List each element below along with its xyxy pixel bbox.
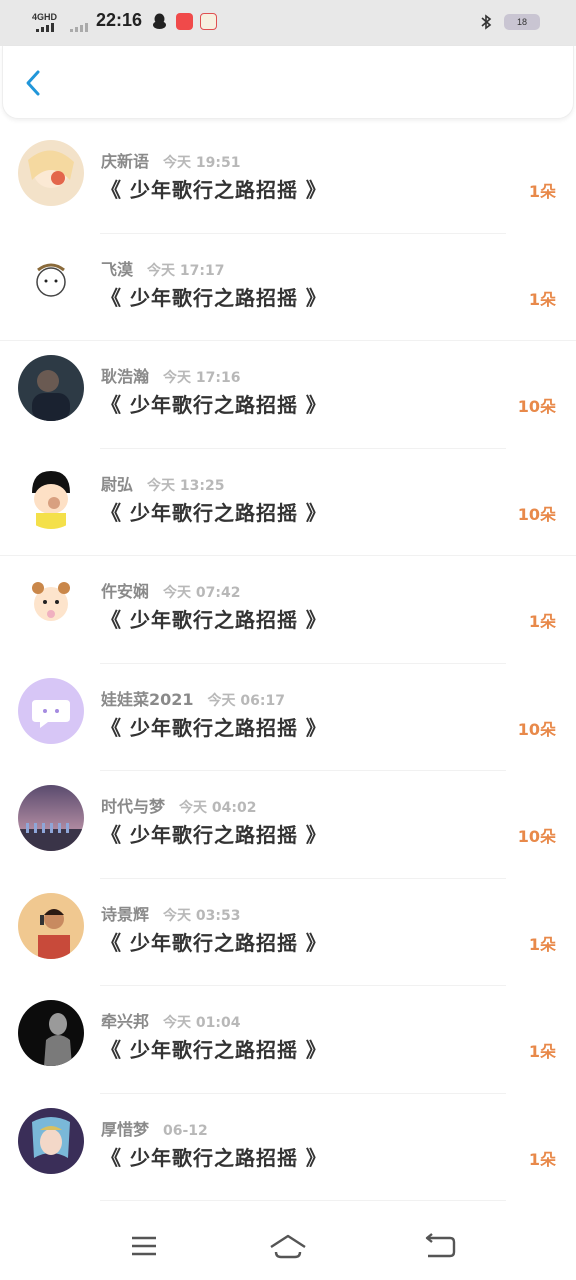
user-name: 厚惜梦 06-12 (101, 1119, 208, 1139)
user-name: 尉弘 今天 13:25 (101, 474, 225, 494)
qq-icon (153, 13, 166, 29)
list-item[interactable]: 诗景辉 今天 03:53 《 少年歌行之路招摇 》 1朵 (0, 879, 576, 986)
home-icon[interactable] (268, 1230, 308, 1262)
time-label: 今天 04:02 (179, 800, 257, 816)
avatar[interactable] (18, 1107, 84, 1174)
user-name: 耿浩瀚 今天 17:16 (101, 367, 241, 386)
time-label: 今天 06:17 (207, 692, 285, 709)
list-item[interactable]: 牵兴邦 今天 01:04 《 少年歌行之路招摇 》 1朵 (0, 986, 576, 1094)
user-name: 诗景辉 今天 03:53 (101, 904, 241, 924)
avatar[interactable] (18, 677, 84, 744)
list-item[interactable]: 仵安娴 今天 07:42 《 少年歌行之路招摇 》 1朵 (0, 556, 576, 664)
time-label: 06-12 (163, 1122, 208, 1139)
avatar[interactable] (18, 570, 84, 636)
item-title: 《 少年歌行之路招摇 》 (101, 500, 327, 525)
time-label: 今天 13:25 (147, 477, 225, 494)
time-label: 今天 03:53 (163, 907, 241, 924)
time-label: 今天 17:16 (163, 370, 241, 386)
amount-label: 10朵 (517, 827, 556, 846)
item-title: 《 少年歌行之路招摇 》 (101, 930, 327, 955)
amount-label: 10朵 (517, 719, 556, 739)
user-name: 飞漠 今天 17:17 (101, 259, 225, 279)
item-title: 《 少年歌行之路招摇 》 (101, 1038, 327, 1062)
avatar[interactable] (18, 1000, 84, 1066)
app-icon-1 (176, 13, 193, 30)
divider (100, 1200, 506, 1201)
amount-label: 1朵 (528, 289, 556, 309)
avatar[interactable] (18, 462, 84, 529)
user-name: 仵安娴 今天 07:42 (101, 582, 241, 601)
list-item[interactable]: 时代与梦 今天 04:02 《 少年歌行之路招摇 》 10朵 (0, 771, 576, 879)
amount-label: 10朵 (517, 504, 556, 524)
status-bar: 4GHD 22:16 18 (0, 0, 576, 46)
user-name: 时代与梦 今天 04:02 (101, 797, 257, 816)
list-item[interactable]: 厚惜梦 06-12 《 少年歌行之路招摇 》 1朵 (0, 1094, 576, 1201)
user-name: 牵兴邦 今天 01:04 (101, 1012, 241, 1031)
item-title: 《 少年歌行之路招摇 》 (101, 285, 327, 310)
status-time: 22:16 (96, 10, 143, 30)
app-icon-2 (200, 13, 217, 30)
gift-list: 庆新语 今天 19:51 《 少年歌行之路招摇 》 1朵 飞漠 今天 17:17 《… (0, 126, 576, 1201)
network-type: 4GHD (32, 12, 58, 22)
item-title: 《 少年歌行之路招摇 》 (101, 608, 327, 632)
avatar[interactable] (18, 355, 84, 421)
battery-icon: 18 (504, 14, 540, 30)
avatar[interactable] (18, 140, 84, 206)
time-label: 今天 19:51 (163, 155, 241, 171)
list-item[interactable]: 庆新语 今天 19:51 《 少年歌行之路招摇 》 1朵 (0, 126, 576, 234)
list-item[interactable]: 尉弘 今天 13:25 《 少年歌行之路招摇 》 10朵 (0, 449, 576, 556)
item-title: 《 少年歌行之路招摇 》 (101, 1145, 327, 1170)
time-label: 今天 17:17 (147, 262, 225, 279)
system-nav-bar (0, 1212, 576, 1280)
chevron-left-icon (26, 70, 40, 96)
amount-label: 10朵 (517, 397, 556, 416)
item-title: 《 少年歌行之路招摇 》 (101, 393, 327, 417)
amount-label: 1朵 (528, 1042, 556, 1061)
amount-label: 1朵 (528, 934, 556, 954)
list-item[interactable]: 飞漠 今天 17:17 《 少年歌行之路招摇 》 1朵 (0, 234, 576, 341)
back-nav-icon[interactable] (420, 1230, 460, 1262)
user-name: 庆新语 今天 19:51 (101, 152, 241, 171)
bluetooth-icon (481, 14, 492, 30)
back-button[interactable] (17, 66, 51, 100)
list-item[interactable]: 娃娃菜2021 今天 06:17 《 少年歌行之路招摇 》 10朵 (0, 664, 576, 771)
signal-2-icon (70, 22, 92, 32)
menu-icon[interactable] (124, 1230, 164, 1262)
user-name: 娃娃菜2021 今天 06:17 (101, 689, 285, 709)
time-label: 今天 01:04 (163, 1015, 241, 1031)
item-title: 《 少年歌行之路招摇 》 (101, 178, 327, 202)
amount-label: 1朵 (528, 182, 556, 201)
signal-icon (36, 22, 58, 32)
amount-label: 1朵 (528, 1149, 556, 1169)
item-title: 《 少年歌行之路招摇 》 (101, 823, 327, 847)
amount-label: 1朵 (528, 612, 556, 631)
avatar[interactable] (18, 247, 84, 314)
header (2, 46, 574, 119)
list-item[interactable]: 耿浩瀚 今天 17:16 《 少年歌行之路招摇 》 10朵 (0, 341, 576, 449)
avatar[interactable] (18, 892, 84, 959)
time-label: 今天 07:42 (163, 585, 241, 601)
avatar[interactable] (18, 785, 84, 851)
item-title: 《 少年歌行之路招摇 》 (101, 715, 327, 740)
